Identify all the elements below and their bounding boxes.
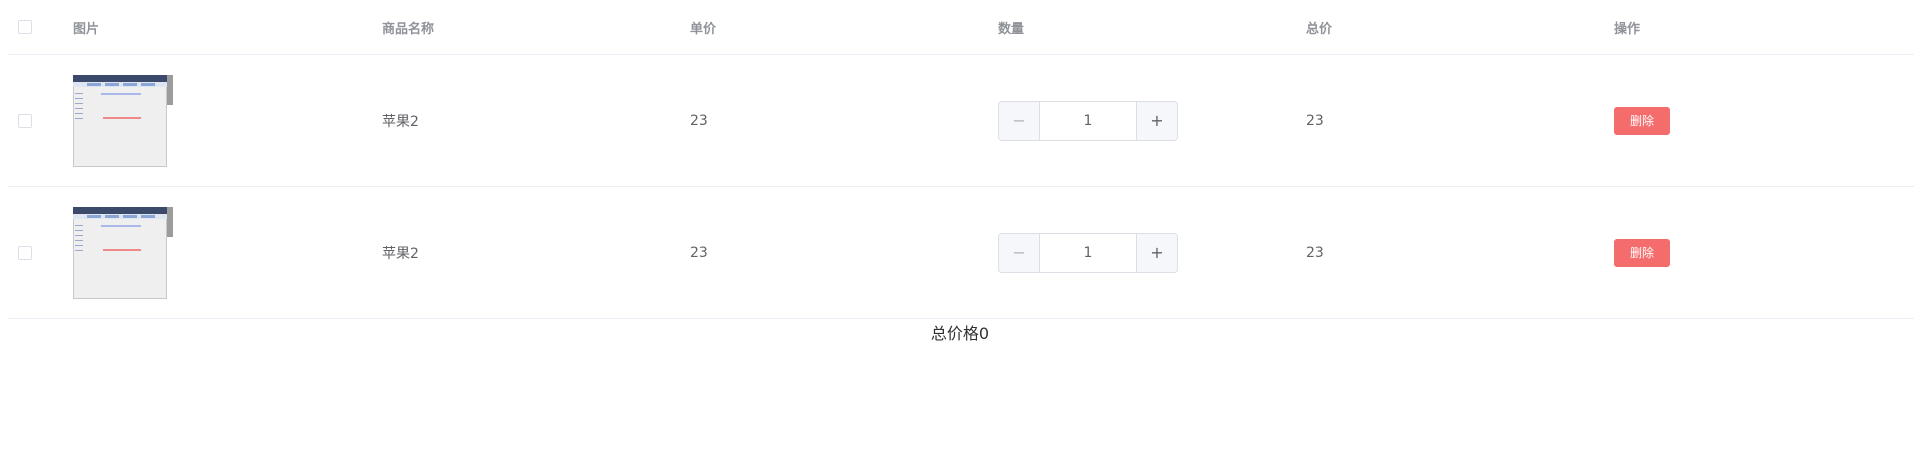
header-total: 总价 (1306, 21, 1333, 37)
cart-total-price: 总价格0 (930, 324, 990, 343)
increase-button[interactable]: + (1136, 233, 1177, 272)
table-header: 图片 商品名称 单价 数量 总价 操作 (8, 0, 1914, 55)
unit-price: 23 (690, 112, 708, 129)
product-name: 苹果2 (382, 113, 419, 130)
quantity-cell: − 1 + (998, 55, 1178, 186)
header-quantity: 数量 (998, 21, 1025, 37)
product-thumbnail (73, 74, 173, 167)
increase-button[interactable]: + (1136, 101, 1177, 140)
header-name: 商品名称 (382, 21, 435, 37)
quantity-input[interactable]: 1 (1040, 233, 1136, 272)
delete-button[interactable]: 删除 (1614, 106, 1670, 135)
header-price: 单价 (690, 21, 717, 37)
row-total: 23 (1306, 244, 1324, 261)
header-image: 图片 (73, 21, 100, 37)
operation-cell: 删除 (1614, 55, 1670, 186)
table-row: 苹果2 23 − 1 + 23 删除 (8, 55, 1914, 187)
quantity-stepper: − 1 + (998, 232, 1178, 273)
row-total: 23 (1306, 112, 1324, 129)
quantity-stepper: − 1 + (998, 100, 1178, 141)
row-checkbox[interactable] (18, 245, 32, 260)
select-all-checkbox[interactable] (18, 20, 32, 34)
product-name: 苹果2 (382, 245, 419, 262)
unit-price: 23 (690, 244, 708, 261)
row-checkbox[interactable] (18, 113, 32, 128)
delete-button[interactable]: 删除 (1614, 238, 1670, 267)
header-checkbox-cell (18, 0, 32, 54)
cart-table: 图片 商品名称 单价 数量 总价 操作 苹果2 23 − 1 + 23 删除 苹… (8, 0, 1914, 319)
row-checkbox-cell (18, 187, 32, 318)
quantity-cell: − 1 + (998, 187, 1178, 318)
decrease-button[interactable]: − (999, 233, 1040, 272)
product-image-cell (73, 187, 173, 318)
table-row: 苹果2 23 − 1 + 23 删除 (8, 187, 1914, 319)
operation-cell: 删除 (1614, 187, 1670, 318)
product-thumbnail (73, 206, 173, 299)
row-checkbox-cell (18, 55, 32, 186)
decrease-button[interactable]: − (999, 101, 1040, 140)
product-image-cell (73, 55, 173, 186)
quantity-input[interactable]: 1 (1040, 101, 1136, 140)
header-operation: 操作 (1614, 21, 1641, 37)
